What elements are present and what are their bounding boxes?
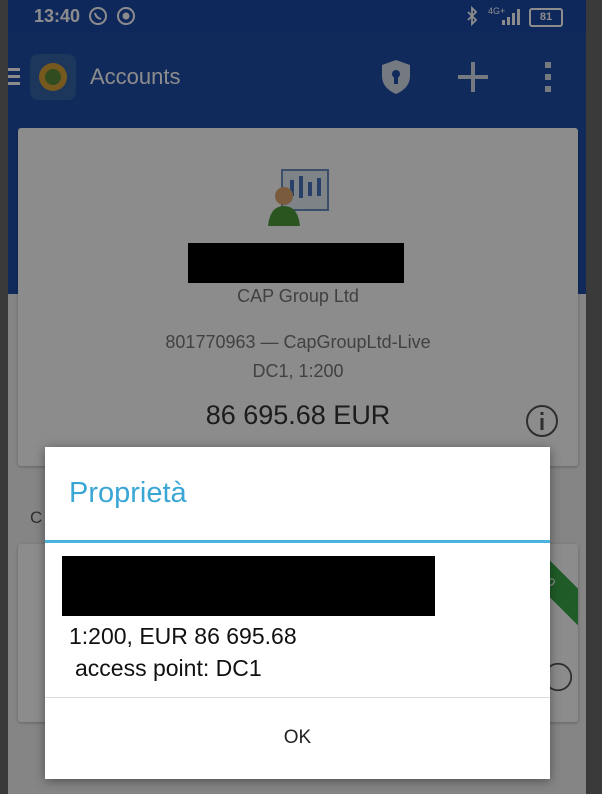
right-edge [586,0,602,794]
dialog-leverage-balance: 1:200, EUR 86 695.68 [69,623,297,649]
redacted-details [62,556,435,616]
left-edge [0,0,8,794]
properties-dialog: Proprietà 1:200, EUR 86 695.68 access po… [45,447,550,779]
ok-button[interactable]: OK [45,698,550,778]
dialog-title: Proprietà [69,477,187,509]
dialog-access-point: access point: DC1 [75,655,262,681]
screen: 13:40 4G+ 81 Accounts CAP Group Ltd 8017… [0,0,602,794]
dialog-title-divider [45,540,550,543]
